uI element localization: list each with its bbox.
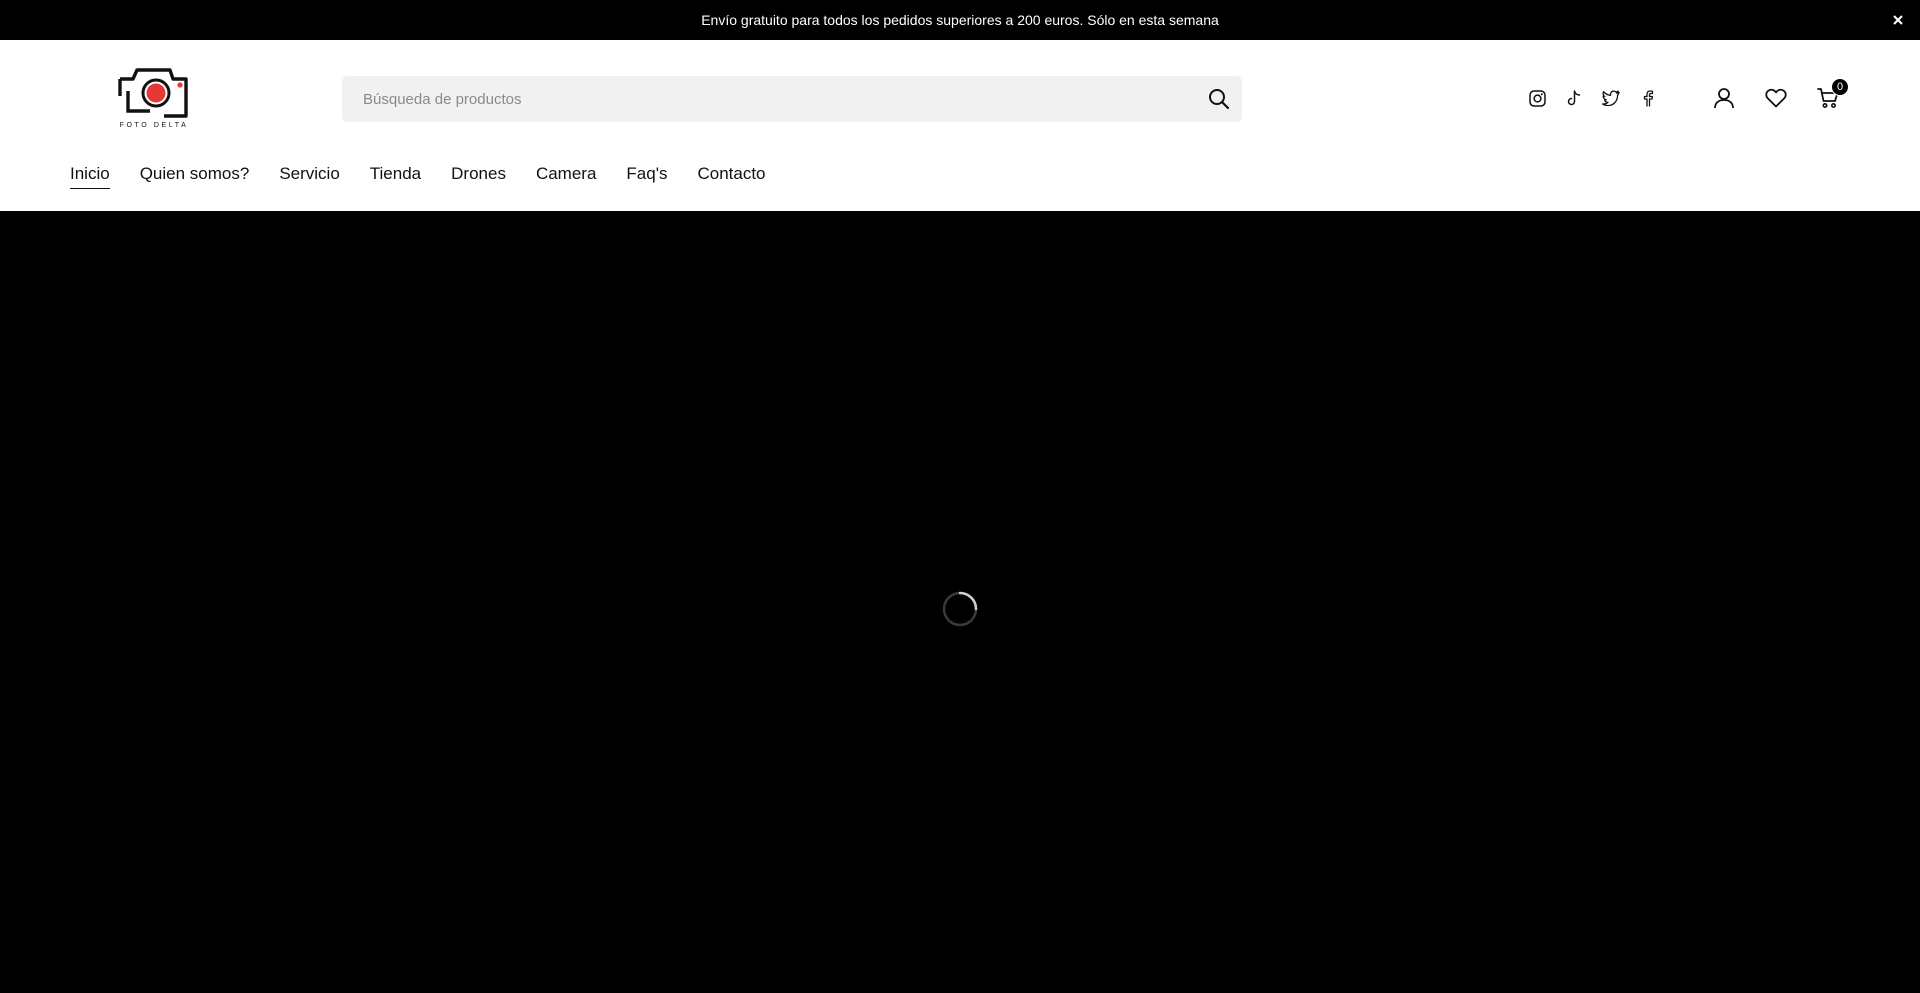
- facebook-icon: [1643, 89, 1654, 106]
- account-button[interactable]: [1712, 86, 1736, 110]
- search-input[interactable]: [342, 76, 1196, 122]
- heart-icon: [1765, 88, 1787, 108]
- twitter-icon: [1602, 90, 1620, 106]
- announcement-text: Envío gratuito para todos los pedidos su…: [701, 12, 1219, 28]
- nav-item-tienda[interactable]: Tienda: [370, 164, 421, 189]
- nav-item-camera[interactable]: Camera: [536, 164, 596, 189]
- user-icon: [1714, 88, 1734, 109]
- twitter-link[interactable]: [1602, 89, 1620, 107]
- facebook-link[interactable]: [1639, 89, 1657, 107]
- instagram-icon: [1528, 89, 1546, 107]
- close-icon: [1893, 15, 1903, 25]
- nav-item-faqs[interactable]: Faq's: [626, 164, 667, 189]
- nav-item-quien-somos[interactable]: Quien somos?: [140, 164, 250, 189]
- social-links: [1528, 89, 1657, 107]
- product-search: [342, 76, 1242, 122]
- cart-count-badge: 0: [1831, 78, 1849, 96]
- hero-slider: [0, 211, 1920, 993]
- site-logo[interactable]: FOTO DELTA: [112, 66, 196, 132]
- loading-spinner-icon: [942, 591, 978, 627]
- nav-item-inicio[interactable]: Inicio: [70, 164, 110, 189]
- instagram-link[interactable]: [1528, 89, 1546, 107]
- wishlist-button[interactable]: [1764, 86, 1788, 110]
- announcement-bar: Envío gratuito para todos los pedidos su…: [0, 0, 1920, 40]
- tiktok-icon: [1567, 89, 1581, 105]
- site-header: FOTO DELTA Búsqueda de productos 0 Inici…: [0, 40, 1920, 211]
- camera-logo-icon: [118, 68, 188, 118]
- close-announcement-button[interactable]: [1888, 10, 1908, 30]
- cart-button[interactable]: 0: [1816, 78, 1849, 110]
- tiktok-link[interactable]: [1565, 89, 1583, 107]
- nav-item-servicio[interactable]: Servicio: [279, 164, 339, 189]
- search-button[interactable]: [1196, 76, 1242, 122]
- main-nav: Inicio Quien somos? Servicio Tienda Dron…: [70, 164, 766, 189]
- nav-item-drones[interactable]: Drones: [451, 164, 506, 189]
- header-actions: 0: [1712, 78, 1849, 110]
- nav-item-contacto[interactable]: Contacto: [697, 164, 765, 189]
- logo-text: FOTO DELTA: [119, 122, 189, 129]
- search-icon: [1209, 89, 1230, 110]
